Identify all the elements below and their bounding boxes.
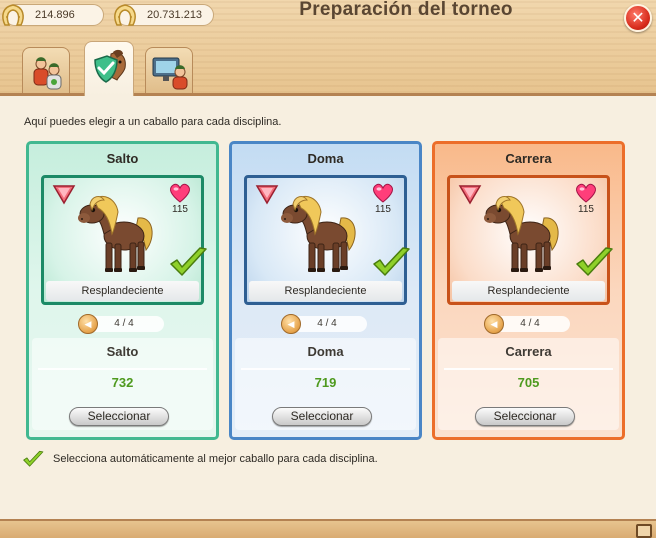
- check-icon: [168, 246, 208, 278]
- horse-pager: ◀ 4 / 4: [484, 314, 570, 334]
- gem-icon: [255, 183, 279, 205]
- stat-label: Doma: [307, 344, 344, 359]
- check-icon: [371, 246, 411, 278]
- stats-divider: [444, 368, 613, 370]
- window-icon[interactable]: [636, 524, 652, 538]
- gem-icon: [52, 183, 76, 205]
- pony-image: [76, 188, 156, 278]
- close-button[interactable]: ✕: [624, 4, 652, 32]
- horse-pager: ◀ 4 / 4: [281, 314, 367, 334]
- monitor-trainer-icon: [152, 57, 188, 90]
- discipline-card-doma: Doma 115 Resplandeciente ◀ 4 / 4 Doma 71…: [229, 141, 422, 440]
- page-title-wrap: Preparación del torneo: [0, 0, 656, 21]
- discipline-card-carrera: Carrera 115 Resplandeciente ◀ 4 / 4 Carr…: [432, 141, 625, 440]
- select-button[interactable]: Seleccionar: [69, 407, 169, 426]
- pony-image: [279, 188, 359, 278]
- stat-label: Carrera: [505, 344, 552, 359]
- horse-portrait[interactable]: 115 Resplandeciente: [447, 175, 610, 305]
- select-button[interactable]: Seleccionar: [272, 407, 372, 426]
- gem-icon: [458, 183, 482, 205]
- prev-horse-button[interactable]: ◀: [484, 314, 504, 334]
- close-icon: ✕: [631, 10, 645, 27]
- auto-select-checkbox[interactable]: [22, 450, 44, 468]
- tab-riders[interactable]: [22, 47, 70, 93]
- tab-training-monitor[interactable]: [145, 47, 193, 93]
- heart-icon: [371, 182, 395, 204]
- discipline-title: Doma: [307, 151, 344, 166]
- horse-portrait[interactable]: 115 Resplandeciente: [244, 175, 407, 305]
- pony-image: [482, 188, 562, 278]
- horse-shield-icon: [94, 49, 126, 83]
- discipline-title: Salto: [106, 151, 139, 166]
- auto-select-row: Selecciona automáticamente al mejor caba…: [22, 450, 378, 468]
- stat-value: 705: [517, 375, 540, 390]
- hearts-count: 115: [578, 204, 594, 215]
- tab-horse-selection[interactable]: [84, 41, 134, 96]
- auto-select-label: Selecciona automáticamente al mejor caba…: [53, 453, 378, 465]
- footer-bar: [0, 519, 656, 538]
- discipline-card-salto: Salto 115 Resplandeciente ◀ 4 / 4 Salto …: [26, 141, 219, 440]
- horse-name: Resplandeciente: [249, 281, 402, 301]
- check-icon: [574, 246, 614, 278]
- intro-text: Aquí puedes elegir a un caballo para cad…: [24, 116, 282, 128]
- select-button[interactable]: Seleccionar: [475, 407, 575, 426]
- stats-divider: [38, 368, 207, 370]
- heart-icon: [574, 182, 598, 204]
- pager-value: 4 / 4: [520, 318, 540, 329]
- stat-label: Salto: [106, 344, 139, 359]
- riders-icon: [33, 57, 62, 90]
- hearts-count: 115: [375, 204, 391, 215]
- header-bar: 214.896 20.731.213 Preparación del torne…: [0, 0, 656, 96]
- prev-horse-button[interactable]: ◀: [281, 314, 301, 334]
- heart-icon: [168, 182, 192, 204]
- horse-pager: ◀ 4 / 4: [78, 314, 164, 334]
- check-icon: [22, 450, 44, 468]
- stat-value: 732: [111, 375, 134, 390]
- horse-name: Resplandeciente: [46, 281, 199, 301]
- horse-name: Resplandeciente: [452, 281, 605, 301]
- hearts-count: 115: [172, 204, 188, 215]
- prev-horse-button[interactable]: ◀: [78, 314, 98, 334]
- stat-value: 719: [314, 375, 337, 390]
- discipline-title: Carrera: [505, 151, 552, 166]
- stats-divider: [241, 368, 410, 370]
- pager-value: 4 / 4: [114, 318, 134, 329]
- pager-value: 4 / 4: [317, 318, 337, 329]
- horse-portrait[interactable]: 115 Resplandeciente: [41, 175, 204, 305]
- page-title: Preparación del torneo: [299, 0, 513, 20]
